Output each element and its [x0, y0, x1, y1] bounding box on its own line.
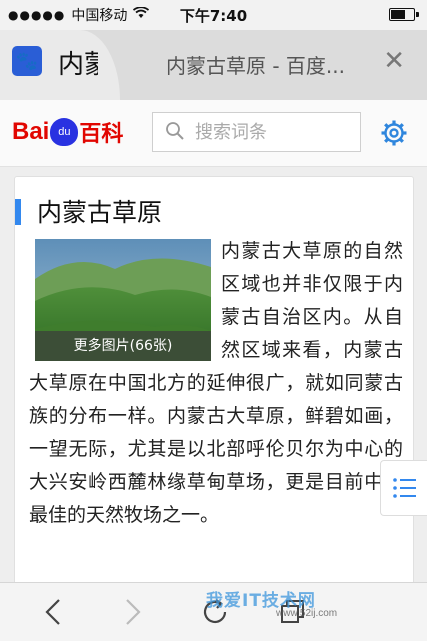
baidu-paw-icon: du: [50, 118, 79, 146]
more-images-caption: 更多图片(66张): [35, 331, 211, 361]
search-box[interactable]: [152, 112, 361, 152]
status-bar: ●●●●● 中国移动 下午7:40: [0, 0, 427, 30]
watermark-url: www.52ij.com: [276, 608, 338, 619]
gear-icon[interactable]: [380, 119, 408, 147]
baike-header: Bai du 百科: [0, 100, 427, 167]
article-card: 内蒙古草原 内蒙古大草原的自然区域也并非仅限于内蒙古自治区内。从自然区域来看，内…: [14, 176, 414, 603]
toc-button[interactable]: [380, 460, 427, 516]
back-button[interactable]: [36, 595, 70, 629]
battery-icon: [389, 8, 419, 21]
search-input[interactable]: [195, 119, 355, 145]
status-time: 下午7:40: [179, 7, 248, 25]
article-title: 内蒙古草原: [37, 198, 163, 227]
browser-tab-strip: 🐾 内蒙 内蒙古草原 - 百度... ✕: [0, 30, 427, 100]
article-image[interactable]: 更多图片(66张): [35, 239, 211, 361]
tab-inactive-title[interactable]: 内蒙古草原 - 百度...: [166, 50, 366, 79]
tab-active[interactable]: 🐾 内蒙: [0, 30, 120, 100]
baidu-baike-logo[interactable]: Bai du 百科: [12, 112, 123, 152]
chevron-right-icon: [126, 599, 141, 625]
close-icon[interactable]: ✕: [383, 46, 405, 76]
chevron-left-icon: [45, 599, 60, 625]
list-icon: [392, 478, 416, 498]
tab-active-title: 内蒙: [58, 50, 98, 80]
forward-button[interactable]: [116, 595, 150, 629]
baidu-paw-icon: 🐾: [12, 46, 42, 76]
title-accent-bar: [15, 199, 21, 225]
search-icon: [166, 122, 184, 140]
